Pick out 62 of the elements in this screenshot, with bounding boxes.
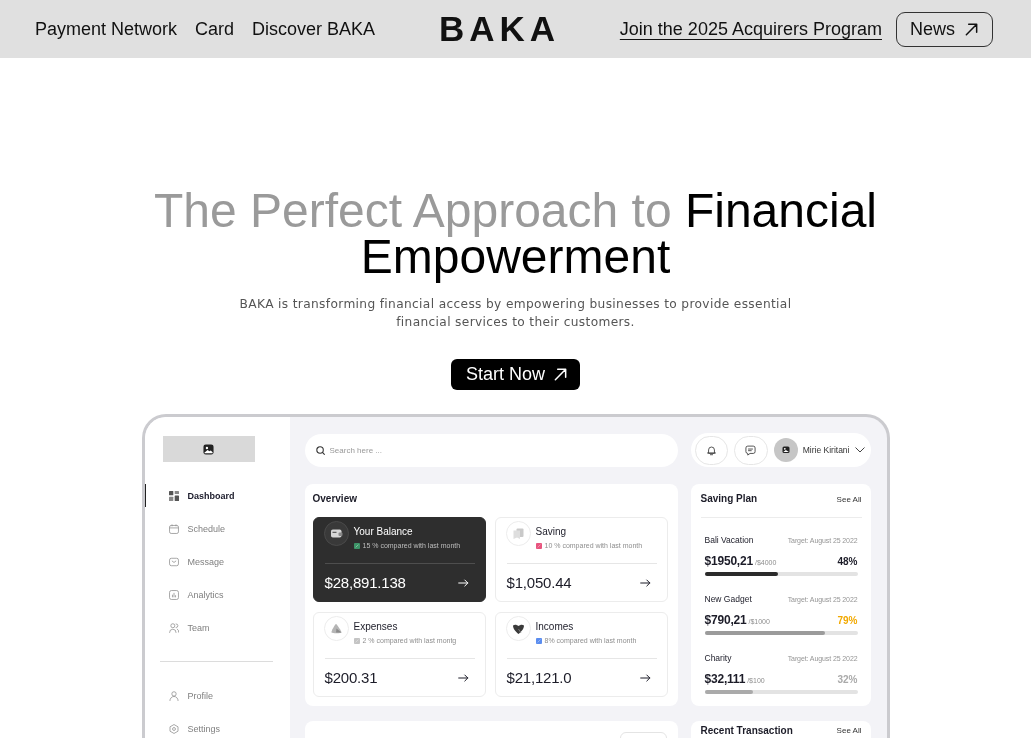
amount-text: $1,050.44 bbox=[506, 573, 572, 593]
nav-link[interactable]: Discover BAKA bbox=[252, 18, 376, 40]
message-button[interactable] bbox=[734, 435, 768, 465]
chart-icon bbox=[168, 589, 179, 600]
card-title: Saving bbox=[535, 526, 568, 538]
grid-icon bbox=[168, 490, 179, 501]
hero-subtitle: BAKA is transforming financial access by empowering businesses to provide essential financial services to their customers. bbox=[238, 296, 793, 331]
plan-amount: $1950,21 bbox=[704, 554, 753, 568]
search-icon bbox=[315, 446, 325, 455]
amount-text: $200.31 bbox=[324, 668, 378, 688]
plan-name: Bali Vacation bbox=[704, 534, 754, 546]
user-name[interactable]: Mirie Kiritani bbox=[802, 445, 850, 455]
plan-amount: $790,21 bbox=[704, 613, 747, 627]
user-icon bbox=[168, 690, 179, 701]
arrow-right-icon bbox=[457, 674, 469, 682]
arrow-right-icon bbox=[639, 674, 651, 682]
see-all-link[interactable]: See All bbox=[836, 725, 862, 736]
panel-title: Overview bbox=[312, 493, 358, 505]
arrow-up-right-icon bbox=[964, 21, 979, 37]
sidebar-item[interactable]: Profile bbox=[144, 684, 289, 707]
plan-amount: $32,111 bbox=[704, 672, 746, 686]
arrow-right-icon bbox=[639, 579, 651, 587]
arrow-up-right-icon bbox=[553, 367, 568, 382]
start-now-button[interactable]: Start Now bbox=[451, 359, 580, 390]
chevron-down-icon bbox=[855, 447, 866, 453]
plan-percent: 32% bbox=[837, 673, 858, 685]
program-link[interactable]: Join the 2025 Acquirers Program bbox=[619, 18, 882, 40]
image-icon bbox=[203, 443, 214, 455]
stacked-cards-icon bbox=[505, 521, 531, 546]
nav-link[interactable]: Card bbox=[195, 18, 235, 40]
notification-button[interactable] bbox=[694, 435, 729, 465]
sidebar-item[interactable]: Team bbox=[144, 616, 289, 639]
panel-title: Recent Transaction bbox=[700, 725, 793, 736]
sidebar-item[interactable]: Settings bbox=[144, 717, 289, 738]
sidebar-item[interactable]: Schedule bbox=[144, 517, 289, 540]
bell-icon bbox=[705, 444, 717, 456]
plan-percent: 79% bbox=[837, 614, 858, 626]
arrow-right-icon bbox=[457, 579, 469, 587]
avatar-icon bbox=[773, 438, 798, 462]
sidebar-item[interactable]: Dashboard bbox=[144, 484, 289, 507]
sidebar-item[interactable]: Analytics bbox=[144, 583, 289, 606]
amount-text: $28,891.138 bbox=[324, 573, 406, 593]
wallet-icon bbox=[323, 521, 349, 546]
panel-title: Saving Plan bbox=[700, 493, 758, 505]
logo: BAKA bbox=[438, 11, 561, 47]
plan-name: New Gadget bbox=[704, 593, 752, 605]
card-title: Your Balance bbox=[353, 526, 414, 538]
chat-icon bbox=[745, 444, 757, 456]
nav-link[interactable]: Payment Network bbox=[35, 18, 178, 40]
message-icon bbox=[168, 556, 179, 567]
news-button[interactable]: News bbox=[896, 11, 993, 47]
settings-icon bbox=[168, 723, 179, 734]
team-icon bbox=[168, 622, 179, 633]
sidebar-item[interactable]: Message bbox=[144, 550, 289, 573]
card-title: Expenses bbox=[353, 621, 399, 633]
plan-percent: 48% bbox=[837, 555, 858, 567]
plan-name: Charity bbox=[704, 652, 732, 664]
see-all-link[interactable]: See All bbox=[836, 494, 862, 504]
search-field[interactable]: Search here ... bbox=[304, 434, 678, 467]
card-title: Incomes bbox=[535, 621, 575, 633]
amount-text: $21,121.0 bbox=[506, 668, 572, 688]
calendar-icon bbox=[168, 523, 179, 534]
